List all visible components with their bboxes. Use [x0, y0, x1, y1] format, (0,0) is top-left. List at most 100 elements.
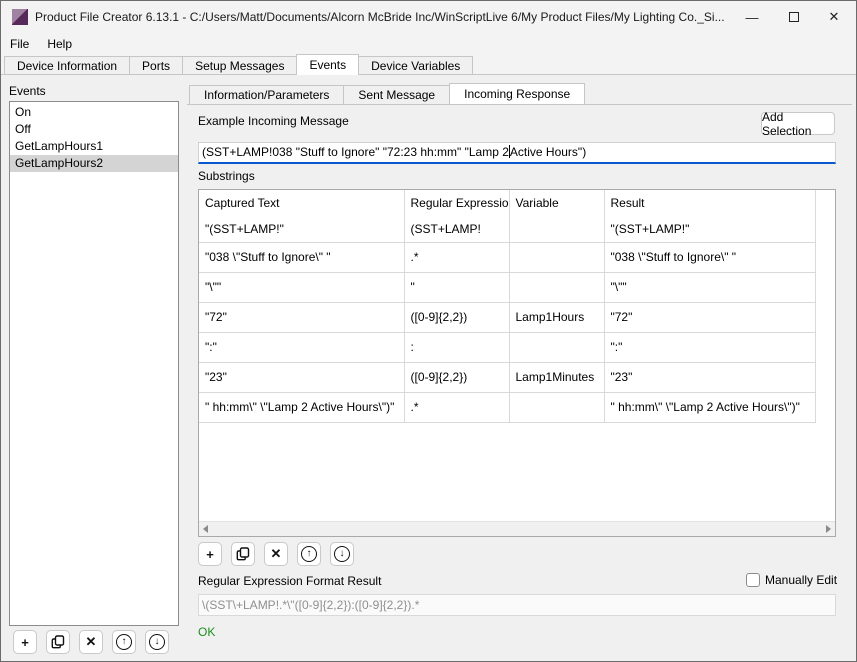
cell-variable[interactable]: [509, 242, 604, 272]
manually-edit-label: Manually Edit: [765, 573, 837, 587]
cell-variable[interactable]: [509, 332, 604, 362]
cell-regular-expression[interactable]: .*: [404, 392, 509, 422]
maximize-icon: [789, 12, 799, 22]
tab-device-information[interactable]: Device Information: [4, 56, 130, 75]
cell-result[interactable]: "23": [604, 362, 815, 392]
cell-result[interactable]: "038 \"Stuff to Ignore\" ": [604, 242, 815, 272]
col-header-variable: Variable: [509, 190, 604, 216]
close-icon: ✕: [829, 9, 840, 25]
inner-tab-strip-divider: [187, 104, 852, 105]
event-item-getlamphours1[interactable]: GetLampHours1: [10, 138, 178, 155]
tab-sent-message[interactable]: Sent Message: [343, 85, 450, 104]
maximize-button[interactable]: [774, 1, 814, 33]
tab-incoming-response[interactable]: Incoming Response: [449, 83, 585, 104]
cell-regular-expression[interactable]: ([0-9]{2,2}): [404, 362, 509, 392]
cell-regular-expression[interactable]: :: [404, 332, 509, 362]
plus-icon: +: [21, 635, 29, 650]
substrings-label: Substrings: [198, 169, 255, 183]
message-text-after-caret: Active Hours"): [510, 145, 586, 159]
up-arrow-icon: ↑: [116, 634, 132, 650]
scroll-left-icon[interactable]: [203, 525, 208, 533]
down-arrow-icon: ↓: [334, 546, 350, 562]
delete-icon: ✕: [271, 546, 282, 562]
down-arrow-icon: ↓: [149, 634, 165, 650]
menu-bar: File Help: [1, 33, 856, 54]
cell-regular-expression[interactable]: .*: [404, 242, 509, 272]
substrings-table-frame: Captured Text Regular Expression Variabl…: [198, 189, 836, 537]
cell-variable[interactable]: [509, 392, 604, 422]
add-selection-button[interactable]: Add Selection: [761, 112, 835, 135]
cell-variable[interactable]: Lamp1Hours: [509, 302, 604, 332]
event-detail-tab-strip: Information/Parameters Sent Message Inco…: [189, 83, 584, 104]
col-header-result: Result: [604, 190, 815, 216]
minimize-button[interactable]: —: [732, 1, 772, 33]
substrings-table: Captured Text Regular Expression Variabl…: [199, 190, 816, 423]
event-item-on[interactable]: On: [10, 104, 178, 121]
checkbox-icon[interactable]: [746, 573, 760, 587]
table-row: "72" ([0-9]{2,2}) Lamp1Hours "72": [199, 302, 815, 332]
events-tab-content: Events On Off GetLampHours1 GetLampHours…: [1, 75, 856, 662]
event-item-getlamphours2[interactable]: GetLampHours2: [10, 155, 178, 172]
delete-event-button[interactable]: ✕: [79, 630, 103, 654]
cell-captured-text[interactable]: "038 \"Stuff to Ignore\" ": [199, 242, 404, 272]
move-substring-down-button[interactable]: ↓: [330, 542, 354, 566]
events-listbox: On Off GetLampHours1 GetLampHours2: [9, 101, 179, 626]
table-row: "23" ([0-9]{2,2}) Lamp1Minutes "23": [199, 362, 815, 392]
cell-captured-text[interactable]: " hh:mm\" \"Lamp 2 Active Hours\")": [199, 392, 404, 422]
table-row: ":" : ":": [199, 332, 815, 362]
horizontal-scrollbar[interactable]: [199, 521, 835, 536]
cell-variable[interactable]: Lamp1Minutes: [509, 362, 604, 392]
cell-captured-text[interactable]: "(SST+LAMP!": [199, 216, 404, 242]
copy-icon: [236, 547, 250, 561]
add-event-button[interactable]: +: [13, 630, 37, 654]
event-item-off[interactable]: Off: [10, 121, 178, 138]
close-button[interactable]: ✕: [814, 1, 854, 33]
tab-information-parameters[interactable]: Information/Parameters: [189, 85, 344, 104]
col-header-regular-expression: Regular Expression: [404, 190, 509, 216]
cell-variable[interactable]: [509, 216, 604, 242]
table-row: "(SST+LAMP!" (SST+LAMP! "(SST+LAMP!": [199, 216, 815, 242]
tab-strip-divider: [1, 74, 856, 75]
plus-icon: +: [206, 547, 214, 562]
status-text: OK: [198, 625, 215, 639]
events-list-label: Events: [9, 84, 46, 98]
add-substring-button[interactable]: +: [198, 542, 222, 566]
cell-captured-text[interactable]: "\"": [199, 272, 404, 302]
menu-help[interactable]: Help: [38, 33, 81, 54]
substrings-toolbar: + ✕ ↑ ↓: [198, 542, 354, 566]
cell-result[interactable]: "72": [604, 302, 815, 332]
tab-events[interactable]: Events: [296, 54, 359, 75]
add-selection-label: Add Selection: [762, 110, 834, 138]
tab-device-variables[interactable]: Device Variables: [358, 56, 473, 75]
cell-result[interactable]: "\"": [604, 272, 815, 302]
duplicate-substring-button[interactable]: [231, 542, 255, 566]
cell-result[interactable]: ":": [604, 332, 815, 362]
cell-captured-text[interactable]: "23": [199, 362, 404, 392]
regex-format-result-field[interactable]: \(SST\+LAMP!.*\"([0-9]{2,2}):([0-9]{2,2}…: [198, 594, 836, 616]
menu-file[interactable]: File: [1, 33, 38, 54]
message-text-before-caret: (SST+LAMP!038 "Stuff to Ignore" "72:23 h…: [202, 145, 509, 159]
tab-setup-messages[interactable]: Setup Messages: [182, 56, 297, 75]
cell-regular-expression[interactable]: ": [404, 272, 509, 302]
manually-edit-checkbox[interactable]: Manually Edit: [746, 573, 837, 587]
cell-regular-expression[interactable]: ([0-9]{2,2}): [404, 302, 509, 332]
example-incoming-message-input[interactable]: (SST+LAMP!038 "Stuff to Ignore" "72:23 h…: [198, 142, 836, 164]
cell-captured-text[interactable]: ":": [199, 332, 404, 362]
cell-result[interactable]: "(SST+LAMP!": [604, 216, 815, 242]
move-event-down-button[interactable]: ↓: [145, 630, 169, 654]
duplicate-event-button[interactable]: [46, 630, 70, 654]
move-substring-up-button[interactable]: ↑: [297, 542, 321, 566]
table-header-row: Captured Text Regular Expression Variabl…: [199, 190, 815, 216]
title-bar: Product File Creator 6.13.1 - C:/Users/M…: [1, 1, 856, 33]
cell-result[interactable]: " hh:mm\" \"Lamp 2 Active Hours\")": [604, 392, 815, 422]
scroll-right-icon[interactable]: [826, 525, 831, 533]
minimize-icon: —: [746, 10, 759, 25]
delete-icon: ✕: [86, 634, 97, 650]
cell-regular-expression[interactable]: (SST+LAMP!: [404, 216, 509, 242]
cell-captured-text[interactable]: "72": [199, 302, 404, 332]
cell-variable[interactable]: [509, 272, 604, 302]
move-event-up-button[interactable]: ↑: [112, 630, 136, 654]
tab-ports[interactable]: Ports: [129, 56, 183, 75]
delete-substring-button[interactable]: ✕: [264, 542, 288, 566]
window-title: Product File Creator 6.13.1 - C:/Users/M…: [35, 10, 725, 24]
